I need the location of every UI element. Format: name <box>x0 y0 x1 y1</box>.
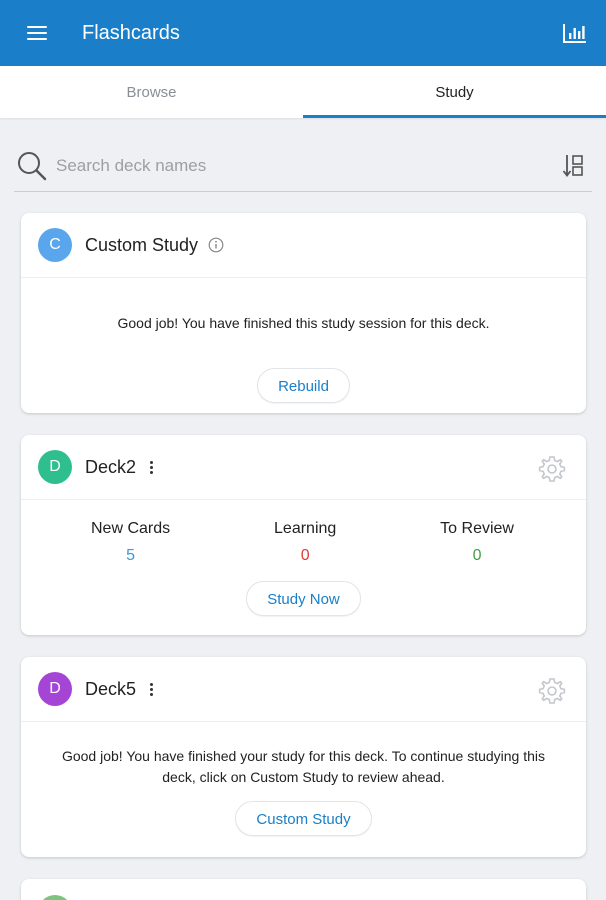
learning-stat: Learning 0 <box>274 520 336 565</box>
deck-name: Deck5 <box>85 678 137 699</box>
rebuild-button[interactable]: Rebuild <box>257 368 350 403</box>
deck-message: Good job! You have finished this study s… <box>117 315 490 331</box>
deck-name: Custom Study <box>85 234 199 255</box>
tab-browse[interactable]: Browse <box>0 66 303 118</box>
stat-label: Learning <box>274 520 337 537</box>
stat-label: To Review <box>440 520 514 537</box>
deck-card-header[interactable]: D Deck2 <box>21 435 586 500</box>
sort-icon <box>562 154 583 177</box>
deck-card-header[interactable]: D Deck5 <box>21 657 586 722</box>
search-bar: Search deck names <box>14 140 592 192</box>
search-input[interactable]: Search deck names <box>56 156 556 176</box>
new-cards-stat: New Cards 5 <box>91 520 170 565</box>
deck-name: Deck2 <box>85 456 137 477</box>
menu-button[interactable] <box>0 0 74 66</box>
tab-study[interactable]: Study <box>303 66 606 118</box>
statistics-button[interactable] <box>544 0 606 66</box>
deck-card-partial <box>21 879 586 900</box>
deck-options-icon[interactable] <box>146 679 156 699</box>
deck-message: Good job! You have finished your study f… <box>21 746 586 788</box>
to-review-stat: To Review 0 <box>440 520 514 565</box>
stat-value: 0 <box>300 547 310 564</box>
message-line: Good job! You have finished your study f… <box>61 748 546 764</box>
info-icon[interactable] <box>208 237 224 253</box>
gear-icon[interactable] <box>538 455 566 483</box>
deck-card-custom-study: C Custom Study Good job! You have finish… <box>21 213 586 413</box>
search-icon[interactable] <box>14 148 50 184</box>
stat-value: 5 <box>126 547 136 564</box>
deck-avatar: C <box>38 228 72 262</box>
menu-icon <box>27 26 47 40</box>
app-title: Flashcards <box>82 21 180 44</box>
custom-study-button[interactable]: Custom Study <box>235 801 372 836</box>
stat-value: 0 <box>472 547 482 564</box>
deck-options-icon[interactable] <box>146 457 156 477</box>
deck-avatar <box>38 895 72 900</box>
study-now-button[interactable]: Study Now <box>246 581 361 616</box>
app-bar: Flashcards <box>0 0 606 66</box>
stat-label: New Cards <box>91 520 171 537</box>
message-line: deck, click on Custom Study to review ah… <box>162 769 445 785</box>
deck-stats: New Cards 5 Learning 0 To Review 0 <box>21 520 586 565</box>
deck-card-deck2: D Deck2 New Cards 5 Learning 0 To Review… <box>21 435 586 635</box>
gear-icon[interactable] <box>538 677 566 705</box>
deck-card-header[interactable]: C Custom Study <box>21 213 586 278</box>
deck-avatar: D <box>38 450 72 484</box>
deck-avatar: D <box>38 672 72 706</box>
bar-chart-icon <box>563 24 586 43</box>
tab-bar: Browse Study <box>0 66 606 118</box>
sort-button[interactable] <box>556 148 592 184</box>
deck-card-deck5: D Deck5 Good job! You have finished your… <box>21 657 586 857</box>
